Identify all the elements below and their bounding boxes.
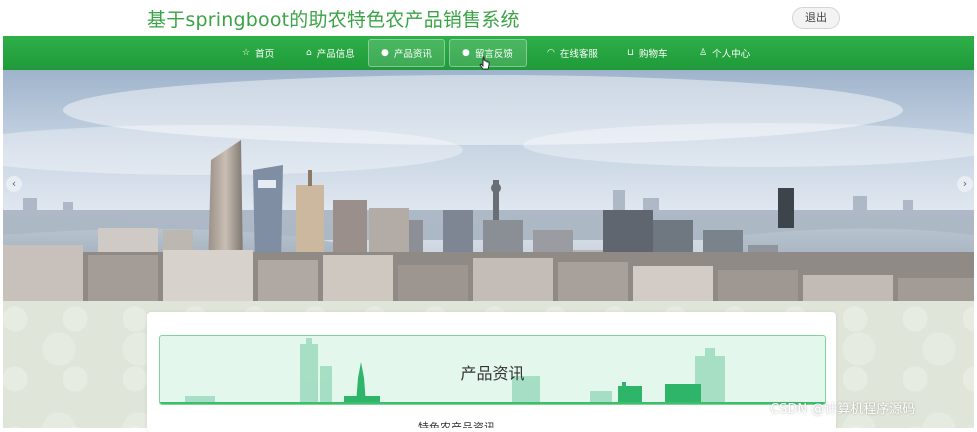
nav-item-user-center[interactable]: ♙ 个人中心 (687, 39, 762, 67)
nav-item-product-news[interactable]: ● 产品资讯 (368, 39, 445, 67)
nav-label: 首页 (255, 49, 275, 60)
section-divider (160, 402, 825, 404)
home-icon: ⌂ (306, 47, 312, 58)
banner-carousel[interactable] (3, 70, 974, 301)
nav-item-cart[interactable]: ⊔ 购物车 (615, 39, 680, 67)
nav-item-online-service[interactable]: ◠ 在线客服 (535, 39, 610, 67)
nav-label: 在线客服 (559, 49, 598, 60)
user-icon: ♙ (699, 47, 708, 58)
section-title: 产品资讯 (460, 364, 525, 383)
nav-label: 产品信息 (316, 49, 355, 60)
cart-icon: ⊔ (627, 47, 635, 58)
star-icon: ☆ (242, 47, 251, 58)
news-item-title[interactable]: 特色农产品资讯 (418, 421, 538, 428)
carousel-next-button[interactable]: › (957, 176, 973, 192)
nav-item-product-info[interactable]: ⌂ 产品信息 (294, 39, 367, 67)
site-title: 基于springboot的助农特色农产品销售系统 (147, 9, 520, 31)
nav-label: 个人中心 (712, 49, 751, 60)
top-header: 基于springboot的助农特色农产品销售系统 退出 (0, 0, 977, 36)
nav-label: 产品资讯 (393, 49, 432, 60)
dot-icon: ● (462, 47, 470, 58)
section-header: 产品资讯 (159, 335, 826, 405)
watermark-text: CSDN @计算机程序源码 (770, 402, 916, 417)
nav-item-home[interactable]: ☆ 首页 (230, 39, 286, 67)
headset-icon: ◠ (547, 47, 555, 58)
nav-label: 购物车 (639, 49, 668, 60)
dot-icon: ● (381, 47, 389, 58)
banner-cityscape-image (3, 70, 974, 301)
carousel-prev-button[interactable]: ‹ (6, 176, 22, 192)
logout-button[interactable]: 退出 (792, 7, 840, 29)
